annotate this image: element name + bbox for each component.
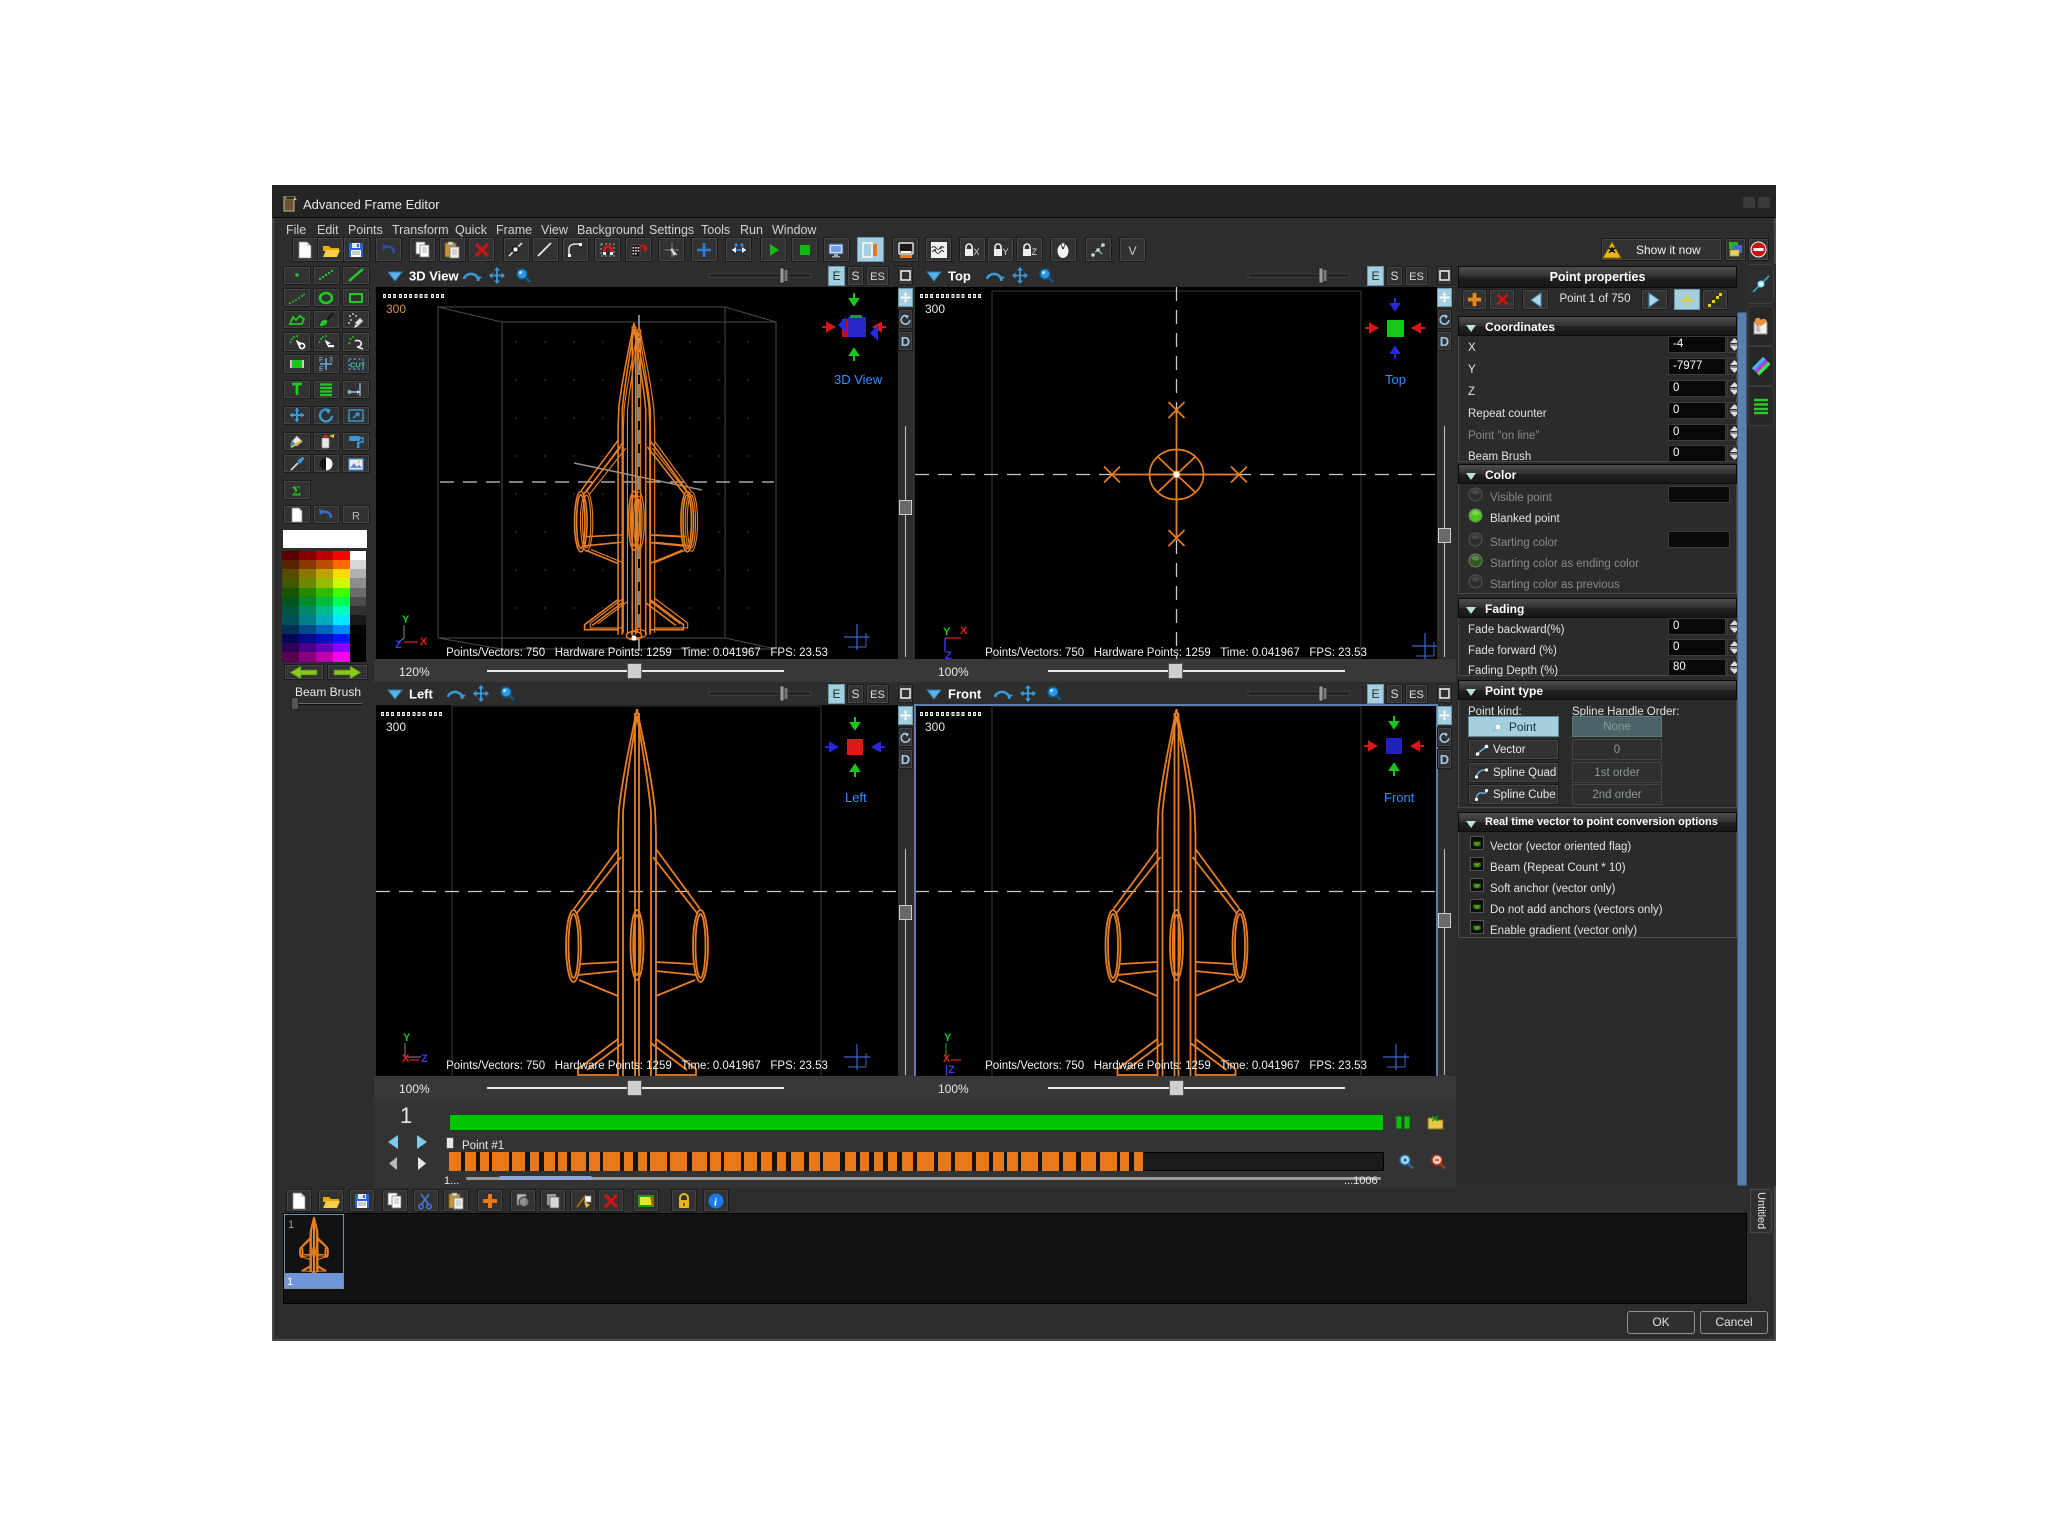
svg-text:Z: Z xyxy=(395,639,402,651)
svg-text:Points/Vectors: 750 Hardware: Points/Vectors: 750 Hardware Points: 125… xyxy=(985,647,1367,659)
svg-text:Z: Z xyxy=(1031,247,1037,257)
svg-text:Points/Vectors: 750 Hardware: Points/Vectors: 750 Hardware Points: 125… xyxy=(446,647,828,659)
svg-text:|Z: |Z xyxy=(945,1064,955,1076)
svg-text:Left: Left xyxy=(845,790,867,805)
svg-text:X: X xyxy=(960,625,968,637)
svg-text:Σ: Σ xyxy=(292,485,301,500)
svg-text:Front: Front xyxy=(1384,790,1415,805)
svg-text:Front: Front xyxy=(948,687,982,702)
svg-text:Y: Y xyxy=(403,1032,411,1044)
svg-text:X: X xyxy=(420,636,428,648)
svg-text:X: X xyxy=(974,247,980,257)
svg-text:R: R xyxy=(352,510,360,522)
svg-text:3D View: 3D View xyxy=(409,269,460,284)
svg-text:3D View: 3D View xyxy=(834,372,883,387)
svg-text:1: 1 xyxy=(287,1276,293,1288)
svg-text:Left: Left xyxy=(409,687,434,702)
svg-text:CUT: CUT xyxy=(350,360,365,369)
svg-text:Z: Z xyxy=(945,650,952,659)
svg-text:Y: Y xyxy=(943,626,951,638)
svg-text:V: V xyxy=(1128,244,1136,258)
svg-text:Points/Vectors: 750 Hardware: Points/Vectors: 750 Hardware Points: 125… xyxy=(446,1060,828,1072)
svg-text:Y: Y xyxy=(402,614,410,626)
svg-text:Top: Top xyxy=(1385,372,1406,387)
svg-text:Top: Top xyxy=(948,269,971,284)
svg-text:3: 3 xyxy=(329,357,333,364)
svg-text:1: 1 xyxy=(288,1219,294,1231)
svg-text:300: 300 xyxy=(386,720,406,734)
svg-text:300: 300 xyxy=(925,302,945,316)
svg-text:F: F xyxy=(319,357,323,364)
svg-text:Y: Y xyxy=(944,1032,952,1044)
svg-text:Z: Z xyxy=(421,1053,428,1065)
svg-text:300: 300 xyxy=(386,302,406,316)
svg-text:X: X xyxy=(402,1053,410,1065)
svg-text:Y: Y xyxy=(1002,247,1008,257)
svg-text:E: E xyxy=(319,366,324,373)
svg-text:300: 300 xyxy=(925,720,945,734)
svg-text:Points/Vectors: 750 Hardware: Points/Vectors: 750 Hardware Points: 125… xyxy=(985,1060,1367,1072)
